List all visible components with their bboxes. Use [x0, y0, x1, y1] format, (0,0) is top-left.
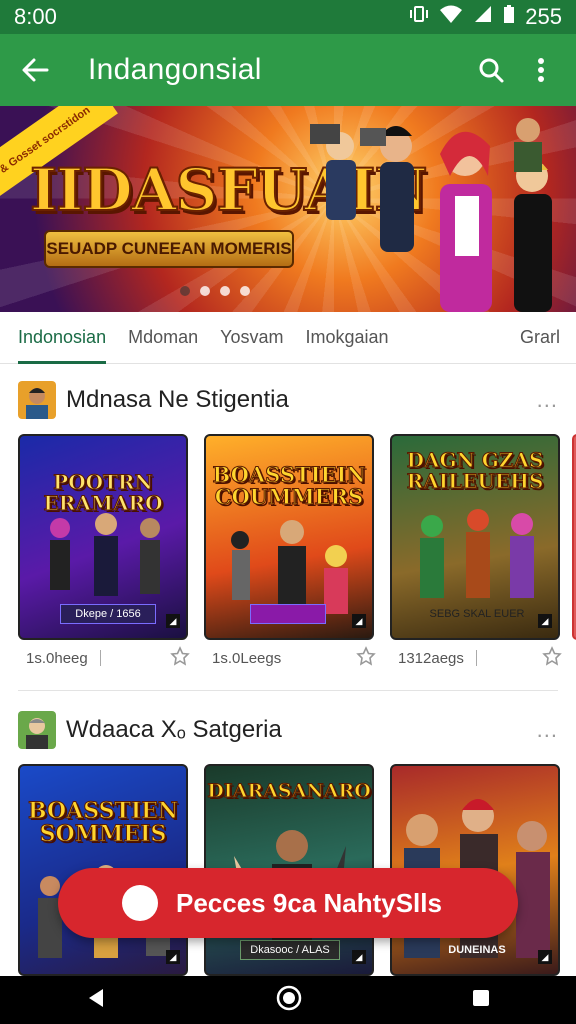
banner-pagination: [180, 286, 250, 296]
nav-recents-button[interactable]: [471, 988, 491, 1013]
card-tag: DUNEINAS: [448, 944, 506, 956]
home-circle-icon: [276, 985, 302, 1010]
section-title: Wdaaca Xₒ Satgeria: [66, 716, 282, 743]
search-button[interactable]: [466, 45, 516, 95]
cta-label: Pecces 9ca NahtySlls: [176, 887, 442, 918]
meta-divider: [99, 650, 101, 666]
section-header: Wdaaca Xₒ Satgeria ...: [18, 710, 558, 750]
banner-dot[interactable]: [200, 286, 210, 296]
status-bar: 8:00 255: [0, 0, 576, 34]
vibrate-icon: [409, 4, 429, 30]
game-card[interactable]: POOTRN ERAMARO Dkepe / 1656 ◢: [18, 434, 188, 640]
status-icons: 255: [409, 4, 562, 30]
card-tag: Dkasooc / ALAS: [240, 940, 340, 960]
card-meta: 1312aegs: [398, 644, 568, 672]
record-icon: [122, 885, 158, 921]
section-more-button[interactable]: ...: [537, 717, 558, 743]
app-bar: Indangonsial: [0, 34, 576, 106]
section-header: Mdnasa Ne Stigentia ...: [18, 380, 558, 420]
nav-home-button[interactable]: [276, 985, 302, 1016]
back-button[interactable]: [10, 45, 60, 95]
featured-banner[interactable]: & Gosset socrstidon IIDASFUAIN SEUADP CU…: [0, 106, 576, 312]
meta-divider: [475, 650, 477, 666]
section-avatar: [18, 381, 56, 419]
banner-characters-illustration: [310, 118, 552, 312]
search-icon: [479, 58, 504, 83]
triangle-back-icon: [88, 988, 103, 1007]
banner-subtitle: SEUADP CUNEEAN MOMERIS: [44, 230, 294, 268]
tab-indonosian[interactable]: Indonosian: [18, 312, 107, 364]
card-art: [50, 513, 160, 596]
wifi-icon: [439, 4, 463, 30]
square-recents-icon: [473, 989, 490, 1006]
card-corner-icon: ◢: [538, 950, 552, 964]
card-meta-text: 1s.0Leegs: [212, 649, 282, 667]
tab-mdoman[interactable]: Mdoman: [128, 312, 198, 364]
card-corner-icon: ◢: [352, 614, 366, 628]
tab-grarl[interactable]: Grarl: [520, 312, 560, 364]
card-meta: 1s.0heeg: [26, 644, 196, 672]
page-title: Indangonsial: [88, 53, 262, 86]
nav-back-button[interactable]: [85, 987, 107, 1014]
card-cover-title: DIARASANARO: [207, 780, 372, 802]
card-cover-title: BOASSTIEIN COUMMERS: [212, 462, 366, 510]
card-tag: [250, 604, 326, 624]
signal-icon: [473, 4, 493, 30]
banner-dot[interactable]: [220, 286, 230, 296]
card-meta-text: 1s.0heeg: [26, 649, 88, 667]
game-card[interactable]: BOASSTIEIN COUMMERS ◢: [204, 434, 374, 640]
card-cover-title: BOASSTIEN SOMMEIS: [27, 798, 179, 848]
section-title: Mdnasa Ne Stigentia: [66, 386, 289, 413]
system-nav-bar: [0, 976, 576, 1024]
status-time: 8:00: [14, 4, 57, 29]
bookmark-icon[interactable]: [542, 646, 562, 670]
tab-yosvam[interactable]: Yosvam: [220, 312, 283, 364]
card-meta: 1s.0Leegs: [212, 644, 382, 672]
game-card-partial[interactable]: [572, 434, 576, 640]
battery-icon: [503, 4, 515, 30]
card-corner-icon: ◢: [538, 614, 552, 628]
card-corner-icon: ◢: [166, 614, 180, 628]
more-vertical-icon: [538, 58, 544, 82]
card-corner-icon: ◢: [352, 950, 366, 964]
overflow-menu-button[interactable]: [516, 45, 566, 95]
bookmark-icon[interactable]: [356, 646, 376, 670]
section-avatar: [18, 711, 56, 749]
bookmark-icon[interactable]: [170, 646, 190, 670]
card-corner-icon: ◢: [166, 950, 180, 964]
card-art: [420, 509, 534, 598]
section-divider: [18, 690, 558, 691]
card-cover-title: DAGN GZAS RAILEUEHS: [406, 448, 544, 493]
card-meta-text: 1312aegs: [398, 649, 464, 667]
floating-action-button[interactable]: Pecces 9ca NahtySlls: [58, 868, 518, 938]
banner-dot[interactable]: [240, 286, 250, 296]
game-card[interactable]: DAGN GZAS RAILEUEHS SEBG SKAL EUER ◢: [390, 434, 560, 640]
card-tag: Dkepe / 1656: [60, 604, 156, 624]
card-tag: SEBG SKAL EUER: [429, 608, 525, 620]
arrow-left-icon: [22, 58, 49, 82]
battery-level: 255: [525, 4, 562, 29]
tab-imokgaian[interactable]: Imokgaian: [305, 312, 388, 364]
banner-dot[interactable]: [180, 286, 190, 296]
section-more-button[interactable]: ...: [537, 387, 558, 413]
category-tabs: Indonosian Mdoman Yosvam Imokgaian Grarl: [0, 312, 576, 364]
